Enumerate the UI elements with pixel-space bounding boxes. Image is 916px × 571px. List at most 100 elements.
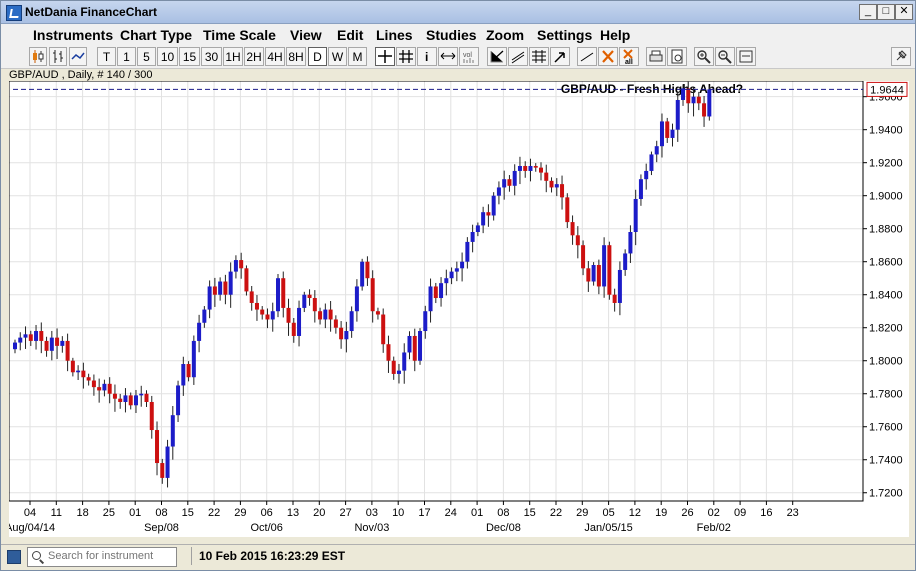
timeframe-30m[interactable]: 30 xyxy=(201,47,222,66)
menu-settings[interactable]: Settings xyxy=(537,27,592,43)
price-axis: 1.7200 1.7400 1.7600 1.7800 1.8000 1.8200 1.84… xyxy=(863,92,903,500)
minimize-button[interactable]: _ xyxy=(859,4,877,20)
volume-button[interactable]: vol xyxy=(459,47,479,66)
timeframe-monthly[interactable]: M xyxy=(348,47,367,66)
timeframe-10m[interactable]: 10 xyxy=(157,47,178,66)
candle-up xyxy=(649,154,654,171)
candlestick-chart-button[interactable] xyxy=(29,47,47,66)
delete-all-button[interactable]: all xyxy=(619,47,639,66)
menu-instruments[interactable]: Instruments xyxy=(33,27,113,43)
candle-down xyxy=(86,377,91,381)
maximize-button[interactable]: □ xyxy=(877,4,895,20)
close-button[interactable]: ✕ xyxy=(895,4,913,20)
instrument-search[interactable] xyxy=(27,547,177,567)
menu-chart-type[interactable]: Chart Type xyxy=(120,27,192,43)
candle-down xyxy=(107,383,112,394)
timeframe-daily[interactable]: D xyxy=(308,47,327,66)
candle-up xyxy=(675,99,680,130)
info-icon: i xyxy=(425,50,428,64)
chart-area[interactable]: GBP/AUD - Fresh Highs Ahead? 1.7200 1.740… xyxy=(5,80,909,537)
y-tick-label: 1.8200 xyxy=(869,323,903,335)
timeframe-8h[interactable]: 8H xyxy=(286,47,306,66)
candle-down xyxy=(149,401,154,431)
timeframe-2h[interactable]: 2H xyxy=(244,47,264,66)
delete-all-label: all xyxy=(625,59,633,65)
zoom-in-button[interactable] xyxy=(694,47,714,66)
x-tick-label: 29 xyxy=(576,507,588,519)
grid-button[interactable] xyxy=(396,47,416,66)
candle-up xyxy=(460,261,465,269)
candle-up xyxy=(623,253,628,270)
pin-button[interactable] xyxy=(891,47,911,66)
svg-text:i: i xyxy=(425,50,428,64)
candlestick-icon xyxy=(33,50,44,63)
candle-down xyxy=(39,331,44,341)
timeframe-tick[interactable]: T xyxy=(97,47,116,66)
timeframe-weekly[interactable]: W xyxy=(328,47,347,66)
x-month-label: Oct/06 xyxy=(250,522,282,534)
price-chart[interactable]: GBP/AUD - Fresh Highs Ahead? 1.7200 1.740… xyxy=(5,80,909,537)
ohlc-chart-button[interactable] xyxy=(49,47,67,66)
search-input[interactable] xyxy=(48,548,172,564)
candle-down xyxy=(128,395,133,406)
menu-edit[interactable]: Edit xyxy=(337,27,363,43)
pin-icon xyxy=(896,50,907,61)
candle-down xyxy=(575,235,580,246)
candle-up xyxy=(133,395,138,406)
zoom-out-button[interactable] xyxy=(715,47,735,66)
x-tick-label: 08 xyxy=(155,507,167,519)
draw-arrow-button[interactable] xyxy=(550,47,570,66)
zoom-out-icon xyxy=(718,50,732,64)
x-tick-label: 24 xyxy=(445,507,457,519)
timeframe-1h[interactable]: 1H xyxy=(223,47,243,66)
timeframe-4h[interactable]: 4H xyxy=(265,47,285,66)
toolbar: T 1 5 10 15 30 1H 2H 4H 8H D W M i vol a… xyxy=(1,46,915,69)
candle-up xyxy=(49,337,54,351)
crosshair-button[interactable] xyxy=(375,47,395,66)
zoom-fit-button[interactable] xyxy=(736,47,756,66)
timeframe-15m[interactable]: 15 xyxy=(179,47,200,66)
draw-line-button[interactable] xyxy=(577,47,597,66)
candle-down xyxy=(249,291,254,303)
candle-up xyxy=(517,165,522,171)
draw-trendline-button[interactable] xyxy=(487,47,507,66)
menu-lines[interactable]: Lines xyxy=(376,27,413,43)
y-tick-label: 1.9000 xyxy=(869,191,903,203)
candle-down xyxy=(260,309,265,315)
candle-up xyxy=(191,340,196,378)
candle-up xyxy=(659,121,664,147)
date-axis: 04 11 18 25 01 08 15 22 29 06 13 20 27 03 10 17 24 01 08 15… xyxy=(5,501,799,534)
print-preview-button[interactable] xyxy=(667,47,687,66)
line-chart-button[interactable] xyxy=(69,47,87,66)
draw-channel-button[interactable] xyxy=(508,47,528,66)
timeframe-5m[interactable]: 5 xyxy=(137,47,156,66)
y-tick-label: 1.8000 xyxy=(869,356,903,368)
menu-time-scale[interactable]: Time Scale xyxy=(203,27,276,43)
candle-up xyxy=(102,383,107,391)
menu-help[interactable]: Help xyxy=(600,27,630,43)
status-divider xyxy=(191,547,192,565)
candle-up xyxy=(428,286,433,312)
scroll-button[interactable] xyxy=(438,47,458,66)
candle-up xyxy=(360,261,365,287)
candle-down xyxy=(581,245,586,269)
draw-fibonacci-button[interactable] xyxy=(529,47,549,66)
x-tick-label: 12 xyxy=(629,507,641,519)
candle-up xyxy=(197,322,202,341)
info-button[interactable]: i xyxy=(417,47,437,66)
y-tick-label: 1.9400 xyxy=(869,125,903,137)
candle-up xyxy=(76,370,81,373)
print-button[interactable] xyxy=(646,47,666,66)
x-tick-label: 15 xyxy=(182,507,194,519)
menu-zoom[interactable]: Zoom xyxy=(486,27,524,43)
y-tick-label: 1.8400 xyxy=(869,290,903,302)
timeframe-1m[interactable]: 1 xyxy=(117,47,136,66)
candle-up xyxy=(349,311,354,332)
menu-view[interactable]: View xyxy=(290,27,322,43)
y-tick-label: 1.8600 xyxy=(869,257,903,269)
menu-studies[interactable]: Studies xyxy=(426,27,477,43)
candle-up xyxy=(34,331,39,341)
delete-object-button[interactable] xyxy=(598,47,618,66)
y-tick-label: 1.7800 xyxy=(869,389,903,401)
menu-bar: Instruments Chart Type Time Scale View E… xyxy=(1,24,915,46)
